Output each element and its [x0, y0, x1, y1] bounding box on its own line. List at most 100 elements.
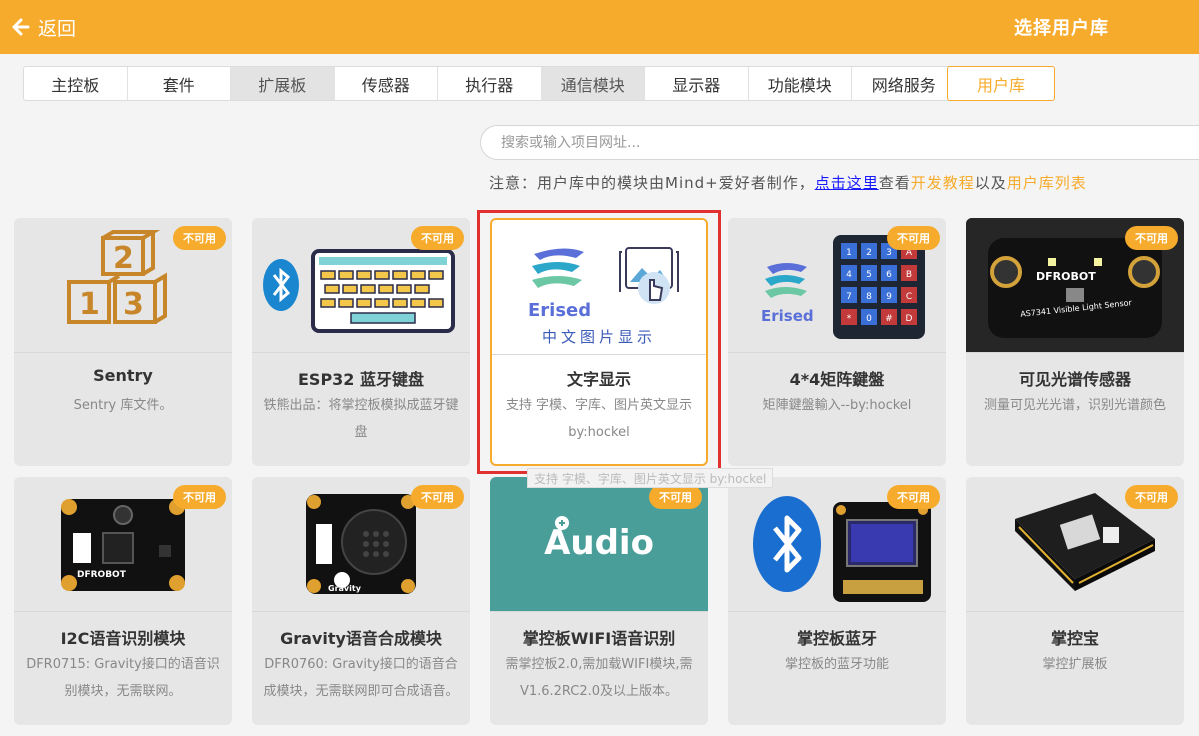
tab-user-library[interactable]: 用户库 — [947, 66, 1055, 101]
svg-text:6: 6 — [886, 270, 892, 280]
library-card-i2c-speech-recognition[interactable]: DFROBOT 不可用 I2C语音识别模块 DFR0715: Gravity接口… — [14, 477, 232, 725]
card-title: Gravity语音合成模块 — [280, 629, 442, 648]
card-title: Sentry — [93, 366, 153, 385]
tooltip: 支持 字模、字库、图片英文显示 by:hockel — [527, 468, 774, 488]
library-card-expansion-board[interactable]: 不可用 掌控宝 掌控扩展板 — [966, 477, 1184, 725]
tab-network-service[interactable]: 网络服务 — [852, 67, 956, 100]
card-title: I2C语音识别模块 — [60, 629, 186, 648]
card-description: DFR0715: Gravity接口的语音识别模块，无需联网。 — [26, 657, 220, 699]
svg-text:D: D — [906, 314, 913, 324]
card-divider — [966, 352, 1184, 353]
svg-text:8: 8 — [866, 292, 872, 302]
svg-text:3: 3 — [123, 287, 144, 322]
tab-communication[interactable]: 通信模块 — [541, 67, 645, 100]
tab-display[interactable]: 显示器 — [645, 67, 749, 100]
tab-main-board[interactable]: 主控板 — [24, 67, 128, 100]
svg-text:*: * — [847, 314, 852, 324]
tab-expansion-board[interactable]: 扩展板 — [231, 67, 335, 100]
card-title: 可见光谱传感器 — [1018, 370, 1131, 389]
notice-prefix: 注意：用户库中的模块由Mind+爱好者制作， — [489, 174, 815, 192]
svg-text:2: 2 — [866, 248, 872, 258]
back-button[interactable]: 返回 — [12, 12, 76, 42]
svg-text:2: 2 — [113, 241, 134, 276]
svg-text:3: 3 — [886, 248, 892, 258]
card-title: 掌控宝 — [1050, 629, 1099, 648]
click-here-link[interactable]: 点击这里 — [815, 174, 879, 192]
tab-kit[interactable]: 套件 — [128, 67, 231, 100]
library-card-esp32-keyboard[interactable]: 不可用 ESP32 蓝牙键盘 铁熊出品：将掌控板模拟成蓝牙键盘 — [252, 218, 470, 466]
svg-text:4: 4 — [846, 270, 852, 280]
card-title: ESP32 蓝牙键盘 — [297, 370, 425, 389]
unavailable-badge: 不可用 — [1125, 226, 1178, 250]
search-box — [480, 125, 1199, 160]
library-card-bluetooth[interactable]: 不可用 掌控板蓝牙 掌控板的蓝牙功能 — [728, 477, 946, 725]
svg-text:Erised: Erised — [528, 300, 591, 321]
tab-function-module[interactable]: 功能模块 — [749, 67, 852, 100]
card-divider — [966, 611, 1184, 612]
image-caption: Gravity — [328, 584, 361, 593]
notice-mid2: 以及 — [974, 174, 1007, 192]
tab-actuator[interactable]: 执行器 — [438, 67, 542, 100]
image-caption: Audio — [544, 523, 654, 563]
card-divider — [490, 611, 708, 612]
page-title: 选择用户库 — [1014, 18, 1109, 39]
card-divider — [728, 352, 946, 353]
tab-sensor[interactable]: 传感器 — [335, 67, 438, 100]
unavailable-badge: 不可用 — [649, 485, 702, 509]
svg-text:C: C — [906, 292, 912, 302]
library-card-4x4-keypad[interactable]: Erised 123A 456B 789C * 0 # D 不可用 4*4矩阵鍵盤 矩… — [728, 218, 946, 466]
back-label: 返回 — [38, 17, 77, 40]
top-bar: 返回 选择用户库 — [0, 0, 1199, 54]
svg-text:DFROBOT: DFROBOT — [77, 570, 127, 580]
card-description: 铁熊出品：将掌控板模拟成蓝牙键盘 — [263, 398, 459, 440]
unavailable-badge: 不可用 — [173, 226, 226, 250]
card-description: Sentry 库文件。 — [73, 398, 173, 413]
card-description: 掌控扩展板 — [1042, 657, 1108, 672]
category-tabs: 主控板 套件 扩展板 传感器 执行器 通信模块 显示器 功能模块 网络服务 — [23, 66, 957, 101]
card-description: 掌控板的蓝牙功能 — [784, 657, 889, 672]
svg-text:DFROBOT: DFROBOT — [1036, 270, 1096, 283]
card-title: 掌控板蓝牙 — [796, 629, 877, 648]
card-title: 文字显示 — [566, 370, 631, 389]
card-description: 矩陣鍵盤輸入--by:hockel — [762, 398, 912, 413]
svg-text:0: 0 — [866, 314, 872, 324]
svg-text:7: 7 — [846, 292, 852, 302]
unavailable-badge: 不可用 — [887, 226, 940, 250]
card-divider — [14, 611, 232, 612]
card-title: 掌控板WIFI语音识别 — [522, 629, 676, 648]
svg-text:B: B — [906, 270, 912, 280]
card-divider — [252, 352, 470, 353]
unavailable-badge: 不可用 — [1125, 485, 1178, 509]
erised-text-image: Erised 中文图片显示 — [492, 220, 706, 354]
arrow-left-icon — [12, 18, 30, 36]
svg-text:9: 9 — [886, 292, 892, 302]
svg-text:#: # — [885, 314, 893, 324]
unavailable-badge: 不可用 — [887, 485, 940, 509]
card-divider — [14, 352, 232, 353]
unavailable-badge: 不可用 — [411, 226, 464, 250]
notice-text: 注意：用户库中的模块由Mind+爱好者制作，点击这里查看开发教程以及用户库列表 — [489, 172, 1087, 193]
card-title: 4*4矩阵鍵盤 — [789, 370, 885, 389]
svg-text:Erised: Erised — [761, 307, 814, 325]
svg-text:1: 1 — [846, 248, 852, 258]
unavailable-badge: 不可用 — [173, 485, 226, 509]
card-divider — [728, 611, 946, 612]
library-card-sentry[interactable]: 213 不可用 Sentry Sentry 库文件。 — [14, 218, 232, 466]
svg-text:1: 1 — [79, 287, 100, 322]
library-card-wifi-speech-recognition[interactable]: Audio 不可用 掌控板WIFI语音识别 需掌控板2.0,需加载WIFI模块,… — [490, 477, 708, 725]
image-caption: 中文图片显示 — [541, 328, 656, 346]
card-divider — [492, 354, 706, 355]
card-description: 支持 字模、字库、图片英文显示 by:hockel — [505, 398, 693, 440]
library-card-text-display[interactable]: Erised 中文图片显示 文字显示 支持 字模、字库、图片英文显示 by:ho… — [490, 218, 708, 466]
card-description: 测量可见光光谱，识别光谱颜色 — [983, 398, 1166, 413]
dev-tutorial-link[interactable]: 开发教程 — [911, 174, 975, 192]
card-description: DFR0760: Gravity接口的语音合成模块，无需联网即可合成语音。 — [263, 657, 459, 699]
svg-text:5: 5 — [866, 270, 872, 280]
library-card-gravity-speech-synthesis[interactable]: Gravity 不可用 Gravity语音合成模块 DFR0760: Gravi… — [252, 477, 470, 725]
card-divider — [252, 611, 470, 612]
search-input[interactable] — [481, 126, 1199, 159]
user-library-list-link[interactable]: 用户库列表 — [1007, 174, 1087, 192]
library-card-light-sensor[interactable]: DFROBOT AS7341 Visible Light Sensor 不可用 … — [966, 218, 1184, 466]
unavailable-badge: 不可用 — [411, 485, 464, 509]
card-description: 需掌控板2.0,需加载WIFI模块,需V1.6.2RC2.0及以上版本。 — [505, 657, 693, 699]
